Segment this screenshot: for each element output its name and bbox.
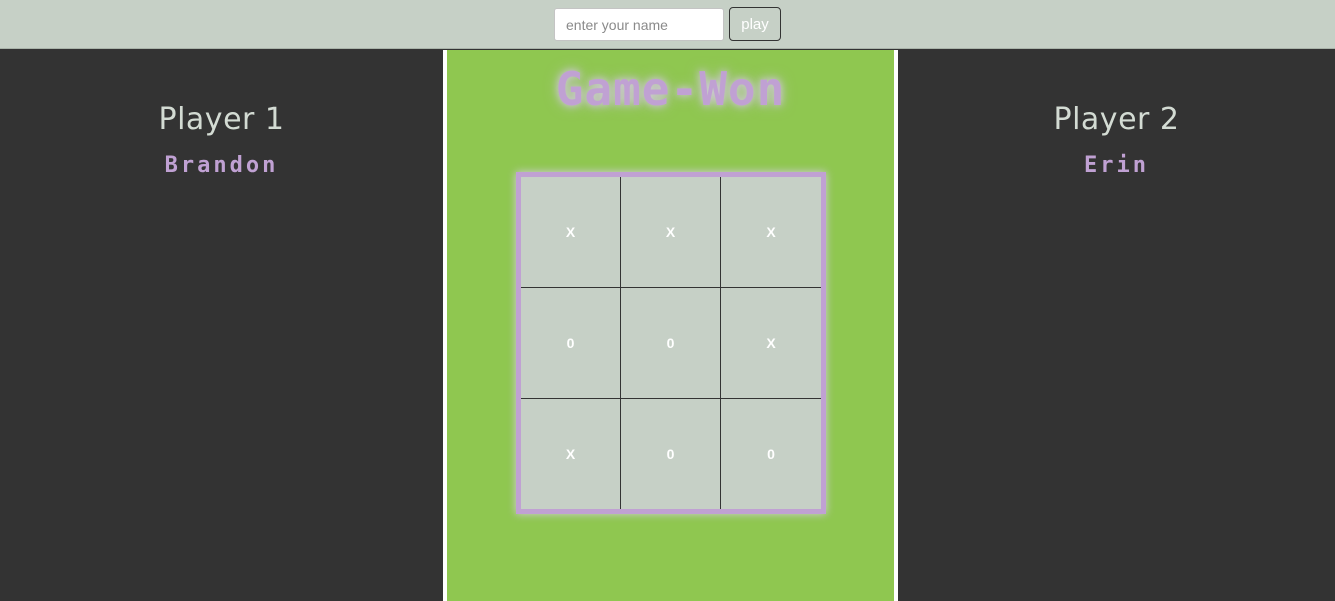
- play-button[interactable]: play: [729, 7, 781, 41]
- board-cell-0-1[interactable]: X: [621, 177, 721, 288]
- board-cell-2-0[interactable]: X: [521, 399, 621, 509]
- player-1-panel: Player 1 Brandon: [0, 50, 443, 601]
- board-cell-0-2[interactable]: X: [721, 177, 821, 288]
- board-cell-2-1[interactable]: 0: [621, 399, 721, 509]
- top-bar: play: [0, 0, 1335, 49]
- player-2-name: Erin: [1084, 153, 1149, 178]
- board-cell-1-0[interactable]: 0: [521, 288, 621, 399]
- game-status-title: Game-Won: [555, 62, 786, 116]
- board-cell-1-2[interactable]: X: [721, 288, 821, 399]
- player-2-heading: Player 2: [1053, 102, 1180, 137]
- board-cell-0-0[interactable]: X: [521, 177, 621, 288]
- player-1-heading: Player 1: [158, 102, 285, 137]
- board-cell-2-2[interactable]: 0: [721, 399, 821, 509]
- player-2-panel: Player 2 Erin: [898, 50, 1335, 601]
- board-cell-1-1[interactable]: 0: [621, 288, 721, 399]
- name-input[interactable]: [554, 8, 724, 41]
- player-1-name: Brandon: [164, 153, 279, 178]
- game-panel: Game-Won X X X 0 0 X X 0 0: [447, 50, 894, 601]
- game-board: X X X 0 0 X X 0 0: [516, 172, 826, 514]
